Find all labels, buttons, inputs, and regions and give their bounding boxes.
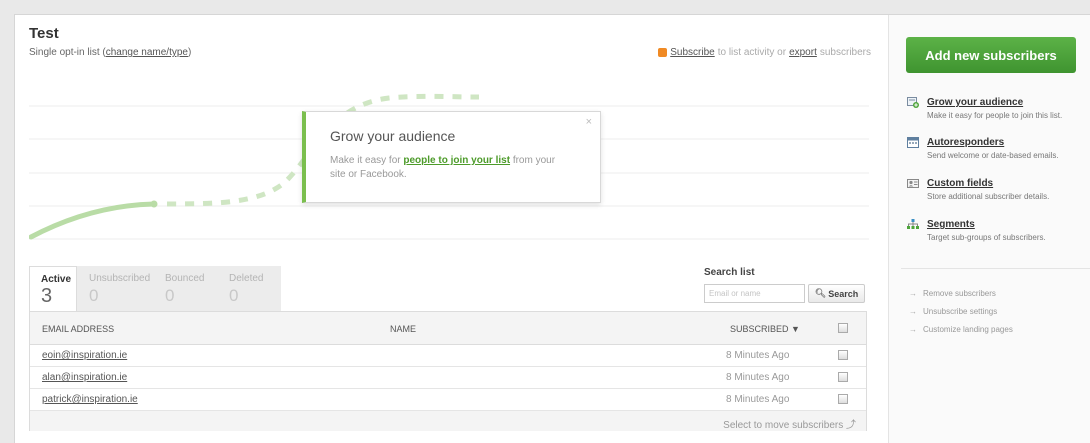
table-header: EMAIL ADDRESS NAME SUBSCRIBED ▼ bbox=[30, 312, 866, 345]
page: Test Single opt-in list (change name/typ… bbox=[14, 14, 1090, 443]
table-row: eoin@inspiration.ie 8 Minutes Ago bbox=[30, 345, 866, 367]
tab-label: Deleted bbox=[229, 273, 264, 284]
tab-active[interactable]: Active 3 bbox=[29, 266, 77, 312]
rss-icon bbox=[658, 48, 668, 57]
activity-text: to list activity or bbox=[717, 47, 787, 58]
list-subtitle-suffix: ) bbox=[187, 47, 192, 58]
subscribed-time: 8 Minutes Ago bbox=[726, 372, 790, 383]
subscriber-email[interactable]: patrick@inspiration.ie bbox=[42, 394, 138, 405]
tab-count: 0 bbox=[229, 286, 239, 305]
tab-count: 0 bbox=[165, 286, 175, 305]
close-icon[interactable]: × bbox=[586, 116, 592, 128]
main-panel: Test Single opt-in list (change name/typ… bbox=[15, 15, 887, 443]
export-link[interactable]: export bbox=[789, 47, 817, 58]
subscriber-email[interactable]: eoin@inspiration.ie bbox=[42, 350, 127, 361]
feature-title[interactable]: Autoresponders bbox=[927, 137, 1004, 148]
tab-deleted[interactable]: Deleted 0 bbox=[217, 266, 281, 311]
change-name-type-link[interactable]: change name/type bbox=[106, 47, 188, 58]
tab-count: 0 bbox=[89, 286, 99, 305]
feature-desc: Send welcome or date-based emails. bbox=[927, 151, 1059, 160]
subscribe-activity-link[interactable]: Subscribe bbox=[670, 47, 714, 58]
status-tabs: Active 3 Unsubscribed 0 Bounced 0 Deleted 0 bbox=[29, 266, 281, 312]
move-subscribers-hint[interactable]: Select to move subscribers ⤴ bbox=[723, 416, 856, 431]
link-label: Customize landing pages bbox=[923, 325, 1013, 334]
export-suffix: subscribers bbox=[819, 47, 871, 58]
column-name[interactable]: NAME bbox=[390, 324, 416, 334]
search-button-label: Search bbox=[828, 288, 859, 299]
grow-audience-popover: × Grow your audience Make it easy for pe… bbox=[302, 111, 601, 203]
calendar-icon bbox=[907, 137, 919, 148]
grow-audience-icon bbox=[907, 97, 919, 108]
search-button[interactable]: 🔍︎ Search bbox=[808, 284, 865, 303]
column-email[interactable]: EMAIL ADDRESS bbox=[42, 324, 114, 334]
join-list-link[interactable]: people to join your list bbox=[403, 155, 510, 166]
search-input[interactable] bbox=[704, 284, 805, 303]
popover-text-prefix: Make it easy for bbox=[330, 155, 401, 166]
unsubscribe-settings-link[interactable]: → Unsubscribe settings bbox=[909, 307, 997, 316]
subscribers-table: EMAIL ADDRESS NAME SUBSCRIBED ▼ eoin@ins… bbox=[29, 311, 867, 431]
tab-label: Active bbox=[41, 274, 72, 285]
popover-text: Make it easy for people to join your lis… bbox=[330, 154, 570, 182]
chart-point bbox=[150, 200, 158, 208]
tab-bounced[interactable]: Bounced 0 bbox=[153, 266, 217, 311]
arrow-right-icon: → bbox=[909, 307, 917, 316]
table-row: patrick@inspiration.ie 8 Minutes Ago bbox=[30, 389, 866, 411]
subscriber-email[interactable]: alan@inspiration.ie bbox=[42, 372, 127, 383]
tab-unsubscribed[interactable]: Unsubscribed 0 bbox=[77, 266, 153, 311]
row-checkbox[interactable] bbox=[838, 350, 848, 360]
customize-landing-pages-link[interactable]: → Customize landing pages bbox=[909, 325, 1013, 334]
subscribed-time: 8 Minutes Ago bbox=[726, 350, 790, 361]
feature-desc: Target sub-groups of subscribers. bbox=[927, 233, 1046, 242]
table-footer: Select to move subscribers ⤴ bbox=[30, 411, 866, 431]
chart-solid-line bbox=[29, 201, 157, 240]
select-all-checkbox[interactable] bbox=[838, 323, 848, 333]
feature-desc: Store additional subscriber details. bbox=[927, 192, 1050, 201]
add-subscribers-button[interactable]: Add new subscribers bbox=[906, 37, 1076, 73]
row-checkbox[interactable] bbox=[838, 394, 848, 404]
list-title: Test bbox=[29, 25, 59, 42]
feature-title[interactable]: Custom fields bbox=[927, 178, 993, 189]
link-label: Remove subscribers bbox=[923, 289, 996, 298]
popover-title: Grow your audience bbox=[330, 128, 456, 144]
remove-subscribers-link[interactable]: → Remove subscribers bbox=[909, 289, 996, 298]
tab-label: Bounced bbox=[165, 273, 205, 284]
magnifier-icon: 🔍︎ bbox=[814, 288, 827, 298]
arrow-right-icon: → bbox=[909, 289, 917, 298]
tab-count: 3 bbox=[41, 285, 53, 307]
row-checkbox[interactable] bbox=[838, 372, 848, 382]
list-actions: Subscribe to list activity or export sub… bbox=[658, 47, 871, 58]
table-row: alan@inspiration.ie 8 Minutes Ago bbox=[30, 367, 866, 389]
search-label: Search list bbox=[704, 267, 755, 278]
sidebar: Add new subscribers Grow your audience M… bbox=[888, 15, 1090, 443]
link-label: Unsubscribe settings bbox=[923, 307, 998, 316]
list-type-label: Single opt-in list ( bbox=[29, 47, 106, 58]
segments-icon bbox=[907, 219, 919, 229]
arrow-right-icon: → bbox=[909, 325, 917, 334]
feature-title[interactable]: Grow your audience bbox=[927, 97, 1023, 108]
sidebar-divider bbox=[901, 268, 1090, 269]
feature-desc: Make it easy for people to join this lis… bbox=[927, 111, 1063, 120]
tab-label: Unsubscribed bbox=[89, 273, 151, 284]
custom-fields-icon bbox=[907, 179, 919, 188]
feature-title[interactable]: Segments bbox=[927, 219, 975, 230]
list-subtitle: Single opt-in list (change name/type) bbox=[29, 47, 191, 58]
column-subscribed[interactable]: SUBSCRIBED ▼ bbox=[730, 324, 800, 334]
subscribed-time: 8 Minutes Ago bbox=[726, 394, 790, 405]
